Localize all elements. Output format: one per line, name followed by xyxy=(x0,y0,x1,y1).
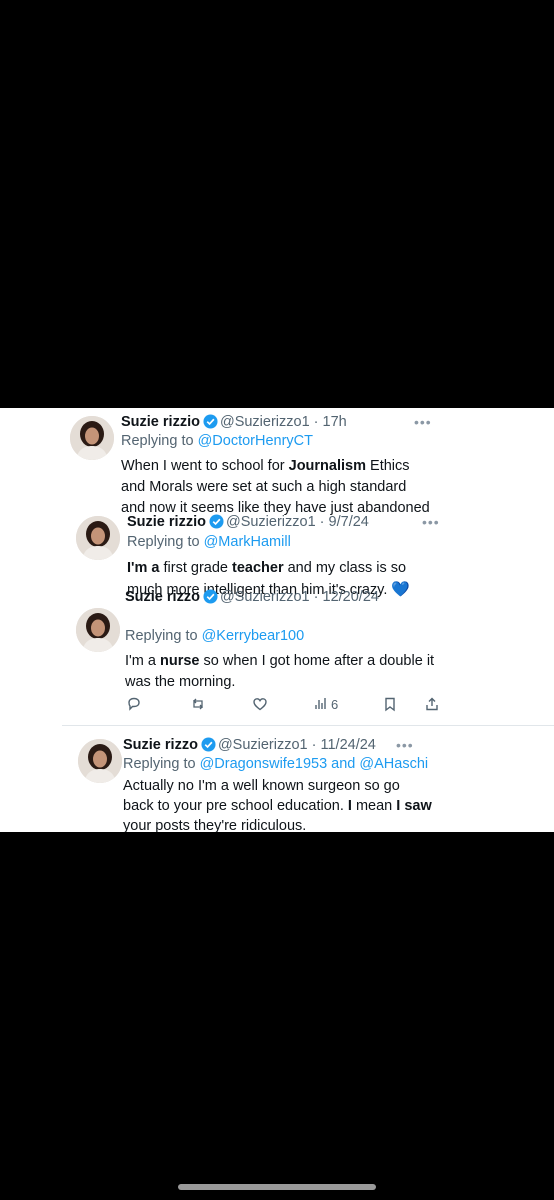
timestamp[interactable]: 12/20/24 xyxy=(323,589,379,605)
text-line: your posts they're ridiculous. xyxy=(123,818,307,832)
reply-icon[interactable] xyxy=(126,696,142,712)
text-bold: teacher xyxy=(232,560,284,576)
avatar[interactable] xyxy=(70,416,114,460)
verified-badge-icon xyxy=(203,414,218,433)
more-options-icon[interactable]: ••• xyxy=(396,737,414,753)
text-bold: I'm a xyxy=(127,560,160,576)
text-span: first grade xyxy=(159,560,232,576)
text-bold: Journalism xyxy=(288,458,366,474)
verified-badge-icon xyxy=(203,589,218,608)
mention-link[interactable]: @DoctorHenryCT xyxy=(198,433,313,449)
verified-badge-icon xyxy=(209,514,224,533)
tweet-text: When I went to school for Journalism Eth… xyxy=(121,456,521,519)
share-icon[interactable] xyxy=(424,696,440,712)
mention-link[interactable]: @Kerrybear100 xyxy=(202,628,305,644)
display-name[interactable]: Suzie rizzo xyxy=(125,589,200,605)
screenshot-collage: Suzie rizzio @Suzierizzo1 · 17h ••• Reply… xyxy=(0,408,554,832)
mention-link[interactable]: @MarkHamill xyxy=(204,534,291,550)
text-span: When I went to school for xyxy=(121,458,289,474)
handle[interactable]: @Suzierizzo1 xyxy=(218,737,308,753)
replying-prefix: Replying to xyxy=(121,433,198,449)
mention-link[interactable]: @Dragonswife1953 and @AHaschi xyxy=(200,756,429,772)
views-icon xyxy=(314,696,328,713)
handle[interactable]: @Suzierizzo1 xyxy=(220,589,310,605)
tweet-actions: 6 xyxy=(118,696,448,716)
bookmark-icon[interactable] xyxy=(382,696,398,712)
tweet-text: Actually no I'm a well known surgeon so … xyxy=(123,776,523,832)
text-span: back to your pre school education. xyxy=(123,798,348,814)
verified-badge-icon xyxy=(201,737,216,756)
text-line: and Morals were set at such a high stand… xyxy=(121,479,407,495)
text-span: so when I got home after a double it xyxy=(199,653,435,669)
phone-screen: Suzie rizzio @Suzierizzo1 · 17h ••• Reply… xyxy=(0,0,554,1200)
tweet-text: I'm a nurse so when I got home after a d… xyxy=(125,651,535,693)
text-bold: nurse xyxy=(160,653,200,669)
retweet-icon[interactable] xyxy=(190,696,206,712)
blue-heart-emoji: 💙 xyxy=(391,581,411,598)
replying-to: Replying to @MarkHamill xyxy=(127,534,291,550)
separator: · xyxy=(309,414,323,430)
display-name[interactable]: Suzie rizzio xyxy=(127,514,206,530)
separator: · xyxy=(315,514,329,530)
replying-to: Replying to @Dragonswife1953 and @AHasch… xyxy=(123,756,428,772)
text-line: was the morning. xyxy=(125,674,236,690)
separator: · xyxy=(309,589,323,605)
tweet-header: Suzie rizzo @Suzierizzo1 · 12/20/24 xyxy=(125,589,379,608)
timestamp[interactable]: 17h xyxy=(323,414,347,430)
display-name[interactable]: Suzie rizzio xyxy=(121,414,200,430)
avatar[interactable] xyxy=(78,739,122,783)
replying-prefix: Replying to xyxy=(123,756,200,772)
replying-prefix: Replying to xyxy=(125,628,202,644)
text-span: I'm a xyxy=(125,653,160,669)
avatar[interactable] xyxy=(76,516,120,560)
tweet-header: Suzie rizzo @Suzierizzo1 · 11/24/24 xyxy=(123,737,376,756)
handle[interactable]: @Suzierizzo1 xyxy=(220,414,310,430)
replying-to: Replying to @DoctorHenryCT xyxy=(121,433,313,449)
text-bold: I saw xyxy=(396,798,432,814)
tweet-header: Suzie rizzio @Suzierizzo1 · 17h xyxy=(121,414,347,433)
views-count: 6 xyxy=(331,697,339,712)
timestamp[interactable]: 9/7/24 xyxy=(329,514,369,530)
views-counter[interactable]: 6 xyxy=(314,696,338,713)
more-options-icon[interactable]: ••• xyxy=(422,514,440,530)
display-name[interactable]: Suzie rizzo xyxy=(123,737,198,753)
text-span: mean xyxy=(351,798,397,814)
tweet-header: Suzie rizzio @Suzierizzo1 · 9/7/24 xyxy=(127,514,369,533)
like-icon[interactable] xyxy=(252,696,268,712)
home-indicator[interactable] xyxy=(178,1184,376,1190)
text-span: and my class is so xyxy=(283,560,407,576)
replying-to: Replying to @Kerrybear100 xyxy=(125,628,304,644)
text-line: Actually no I'm a well known surgeon so … xyxy=(123,778,400,794)
handle[interactable]: @Suzierizzo1 xyxy=(226,514,316,530)
avatar[interactable] xyxy=(76,608,120,652)
separator: · xyxy=(307,737,321,753)
divider xyxy=(62,725,554,726)
text-span: Ethics xyxy=(366,458,410,474)
replying-prefix: Replying to xyxy=(127,534,204,550)
timestamp[interactable]: 11/24/24 xyxy=(321,737,376,753)
more-options-icon[interactable]: ••• xyxy=(414,414,432,430)
